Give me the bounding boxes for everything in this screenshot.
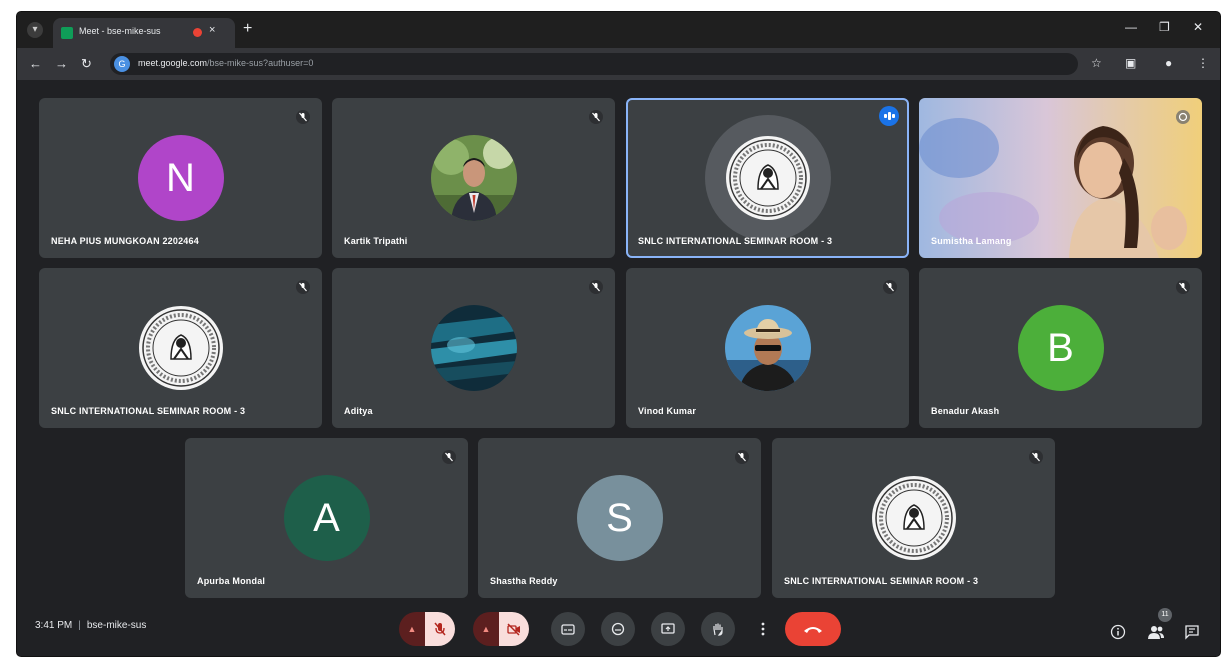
participant-name: Shastha Reddy [490, 576, 558, 586]
tab-close-icon[interactable]: × [209, 24, 215, 36]
present-icon [661, 623, 675, 634]
avatar: A [283, 475, 370, 561]
info-icon [1110, 624, 1126, 640]
audio-settings-chevron-icon[interactable]: ▲ [399, 612, 425, 646]
url-path: /bse-mike-sus?authuser=0 [207, 58, 314, 68]
participant-name: SNLC INTERNATIONAL SEMINAR ROOM - 3 [784, 576, 979, 586]
separator: | [78, 620, 81, 631]
present-screen-button[interactable] [651, 612, 685, 646]
new-tab-icon[interactable]: + [243, 20, 252, 38]
meeting-details-button[interactable] [1110, 624, 1126, 640]
microphone-toggle-button[interactable] [425, 612, 455, 646]
restore-icon[interactable]: ❐ [1159, 20, 1170, 34]
hand-icon [713, 623, 723, 636]
current-time: 3:41 PM [35, 620, 73, 631]
tab-strip: ▾ Meet - bse-mike-sus × + — ❐ ✕ [17, 12, 1220, 48]
video-settings-chevron-icon[interactable]: ▲ [473, 612, 499, 646]
participant-name: Benadur Akash [931, 406, 1000, 416]
meeting-controls-bar: 3:41 PM | bse-mike-sus ▲ ▲ 11 [17, 598, 1220, 656]
avatar: B [1017, 305, 1104, 391]
seminar-room-logo [725, 135, 811, 221]
muted-mic-icon [735, 450, 749, 464]
muted-mic-icon [296, 280, 310, 294]
muted-mic-icon [1176, 280, 1190, 294]
participant-tile[interactable]: B Benadur Akash [919, 268, 1202, 428]
participant-name: Apurba Mondal [197, 576, 266, 586]
more-options-button[interactable] [751, 612, 775, 646]
mic-off-icon [434, 622, 446, 636]
participant-tile[interactable]: N NEHA PIUS MUNGKOAN 2202464 [39, 98, 322, 258]
url-host: meet.google.com [138, 58, 208, 68]
participant-name: NEHA PIUS MUNGKOAN 2202464 [51, 236, 199, 246]
hang-up-icon [804, 627, 822, 633]
minimize-icon[interactable]: — [1125, 20, 1137, 34]
people-icon [1148, 626, 1164, 639]
participant-tile[interactable]: A Apurba Mondal [185, 438, 468, 598]
recording-indicator-icon [193, 28, 202, 37]
speaking-indicator-icon [879, 106, 899, 126]
tab-search-icon[interactable]: ▾ [27, 22, 43, 38]
seminar-room-logo [138, 305, 224, 391]
chat-button[interactable] [1184, 624, 1200, 640]
avatar: S [576, 475, 663, 561]
reload-icon[interactable]: ↻ [81, 56, 92, 72]
muted-mic-icon [296, 110, 310, 124]
forward-icon[interactable]: → [55, 56, 68, 71]
muted-mic-icon [1029, 450, 1043, 464]
url-text: meet.google.com/bse-mike-sus?authuser=0 [138, 58, 313, 68]
participant-name: Sumistha Lamang [931, 236, 1012, 246]
reactions-button[interactable] [601, 612, 635, 646]
profile-avatar[interactable]: ● [1165, 56, 1172, 70]
camera-toggle-button[interactable] [499, 612, 529, 646]
more-options-icon[interactable] [1176, 110, 1190, 124]
more-vert-icon [761, 622, 765, 636]
chat-icon [1185, 625, 1199, 640]
raise-hand-button[interactable] [701, 612, 735, 646]
browser-menu-icon[interactable]: ⋮ [1197, 56, 1209, 70]
participant-tile[interactable]: SNLC INTERNATIONAL SEMINAR ROOM - 3 [39, 268, 322, 428]
meeting-info: 3:41 PM | bse-mike-sus [35, 620, 146, 631]
address-bar: ← → ↻ G meet.google.com/bse-mike-sus?aut… [17, 48, 1220, 80]
participant-name: SNLC INTERNATIONAL SEMINAR ROOM - 3 [638, 236, 833, 246]
muted-mic-icon [589, 110, 603, 124]
avatar [724, 305, 811, 391]
meet-favicon-icon [61, 27, 73, 39]
muted-mic-icon [883, 280, 897, 294]
participant-video [919, 98, 1202, 258]
tab-title: Meet - bse-mike-sus [79, 26, 161, 36]
participant-name: Vinod Kumar [638, 406, 697, 416]
participant-name: Aditya [344, 406, 373, 416]
browser-tab[interactable]: Meet - bse-mike-sus × [53, 18, 235, 48]
avatar [430, 305, 517, 391]
back-icon[interactable]: ← [29, 56, 42, 71]
avatar [430, 135, 517, 221]
meeting-code: bse-mike-sus [86, 620, 147, 631]
participant-tile-speaking[interactable]: SNLC INTERNATIONAL SEMINAR ROOM - 3 [626, 98, 909, 258]
avatar: N [137, 135, 224, 221]
participant-name: SNLC INTERNATIONAL SEMINAR ROOM - 3 [51, 406, 246, 416]
captions-button[interactable] [551, 612, 585, 646]
participant-tile[interactable]: Kartik Tripathi [332, 98, 615, 258]
participant-tile[interactable]: S Shastha Reddy [478, 438, 761, 598]
captions-icon [561, 624, 575, 635]
muted-mic-icon [442, 450, 456, 464]
site-info-icon[interactable]: G [114, 56, 130, 72]
seminar-room-logo [871, 475, 957, 561]
leave-call-button[interactable] [785, 612, 841, 646]
bookmark-star-icon[interactable]: ☆ [1091, 56, 1102, 70]
extensions-icon[interactable]: ▣ [1125, 56, 1136, 70]
people-button[interactable] [1147, 624, 1164, 640]
url-field[interactable]: G meet.google.com/bse-mike-sus?authuser=… [110, 53, 1078, 75]
participant-tile[interactable]: Aditya [332, 268, 615, 428]
participant-tile[interactable]: Vinod Kumar [626, 268, 909, 428]
participant-tile-video[interactable]: Sumistha Lamang [919, 98, 1202, 258]
participant-name: Kartik Tripathi [344, 236, 408, 246]
close-window-icon[interactable]: ✕ [1193, 20, 1203, 34]
emoji-icon [611, 622, 625, 636]
participant-tile[interactable]: SNLC INTERNATIONAL SEMINAR ROOM - 3 [772, 438, 1055, 598]
browser-window: ▾ Meet - bse-mike-sus × + — ❐ ✕ ← → ↻ G … [17, 12, 1220, 656]
camera-off-icon [507, 623, 520, 636]
muted-mic-icon [589, 280, 603, 294]
people-count-badge: 11 [1158, 608, 1172, 622]
